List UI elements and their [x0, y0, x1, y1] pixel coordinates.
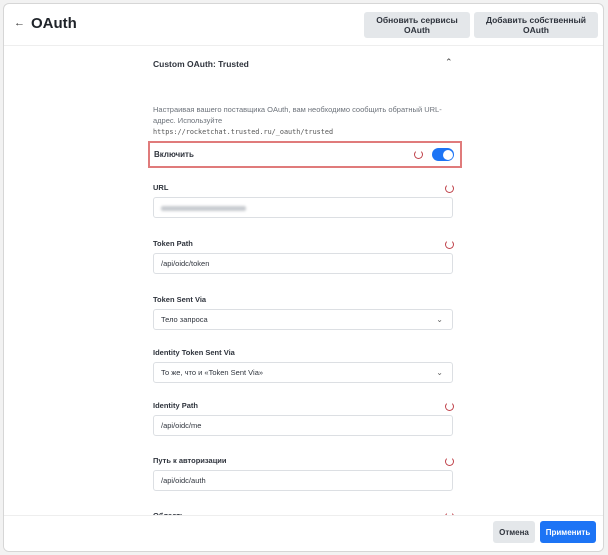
selected-value: То же, что и «Token Sent Via» [161, 368, 264, 377]
section-description: Настраивая вашего поставщика OAuth, вам … [153, 104, 453, 138]
field-label: Путь к авторизации [153, 456, 227, 465]
oauth-settings-window: ← OAuth Обновить сервисы OAuth Добавить … [3, 3, 604, 552]
cancel-button[interactable]: Отмена [493, 521, 535, 543]
token-sent-via-select[interactable]: Тело запроса ⌄ [153, 309, 453, 330]
field-label: URL [153, 183, 169, 192]
add-custom-oauth-button[interactable]: Добавить собственный OAuth [474, 12, 598, 38]
selected-value: Тело запроса [161, 315, 208, 324]
chevron-down-icon: ⌄ [436, 368, 443, 377]
footer-actions: Отмена Применить [4, 515, 603, 551]
authorize-path-input[interactable]: /api/oidc/auth [153, 470, 453, 491]
section-title[interactable]: Custom OAuth: Trusted [153, 59, 249, 69]
enable-toggle[interactable] [432, 148, 454, 161]
blurred-value [161, 205, 246, 211]
token-path-input[interactable]: /api/oidc/token [153, 253, 453, 274]
callback-url: https://rocketchat.trusted.ru/_oauth/tru… [153, 128, 334, 136]
identity-path-input[interactable]: /api/oidc/me [153, 415, 453, 436]
page-header: ← OAuth Обновить сервисы OAuth Добавить … [4, 4, 603, 46]
enable-label: Включить [154, 150, 194, 159]
url-input[interactable] [153, 197, 453, 218]
description-text: Настраивая вашего поставщика OAuth, вам … [153, 105, 442, 125]
reset-icon[interactable] [445, 457, 454, 466]
reset-icon[interactable] [445, 402, 454, 411]
field-label: Token Path [153, 239, 193, 248]
identity-token-sent-via-select[interactable]: То же, что и «Token Sent Via» ⌄ [153, 362, 453, 383]
scrollbar[interactable] [603, 322, 604, 370]
chevron-up-icon[interactable]: ⌃ [445, 57, 453, 68]
page-title: OAuth [31, 15, 77, 32]
chevron-down-icon: ⌄ [436, 315, 443, 324]
refresh-oauth-services-button[interactable]: Обновить сервисы OAuth [364, 12, 470, 38]
enable-setting: Включить [148, 141, 462, 168]
field-label: Token Sent Via [153, 295, 207, 304]
apply-button[interactable]: Применить [540, 521, 596, 543]
field-label: Identity Path [153, 401, 199, 410]
reset-icon[interactable] [414, 150, 423, 159]
reset-icon[interactable] [445, 184, 454, 193]
field-label: Identity Token Sent Via [153, 348, 235, 357]
reset-icon[interactable] [445, 240, 454, 249]
arrow-left-icon[interactable]: ← [14, 17, 25, 29]
